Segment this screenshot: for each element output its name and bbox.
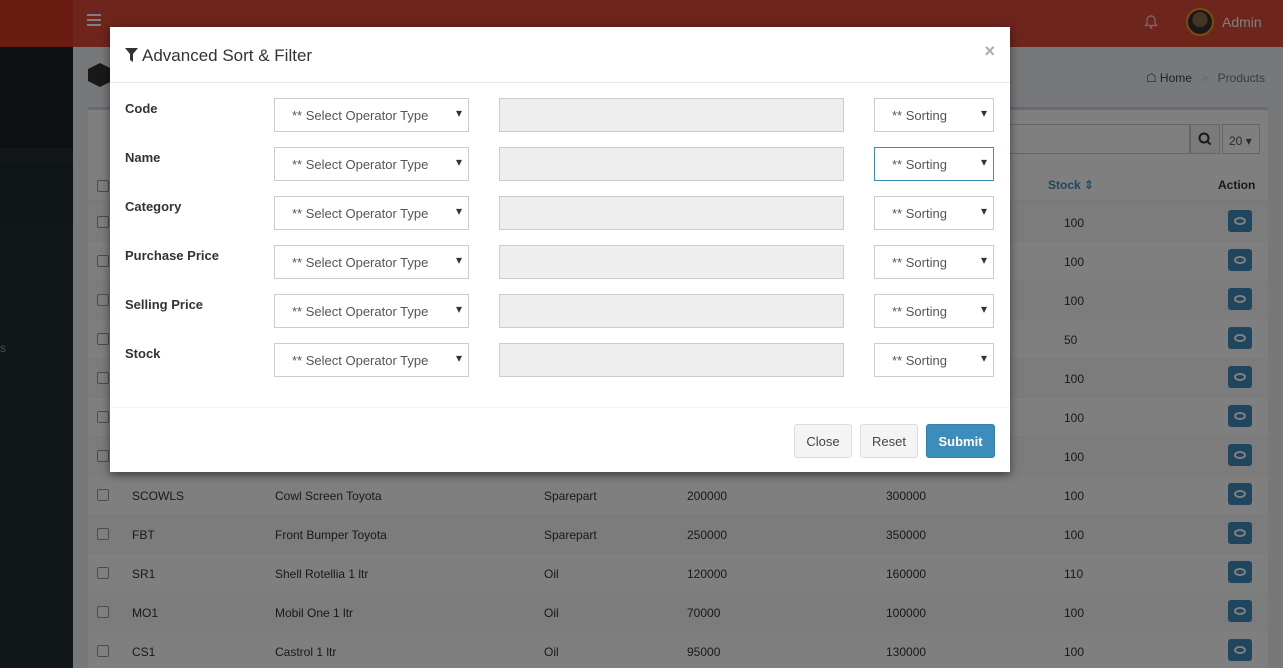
filter-value-input[interactable] bbox=[499, 147, 844, 181]
sorting-select[interactable]: ** Sorting bbox=[874, 343, 994, 377]
filter-label: Code bbox=[125, 101, 158, 116]
sorting-select[interactable]: ** Sorting bbox=[874, 196, 994, 230]
modal-title: Advanced Sort & Filter bbox=[142, 46, 313, 65]
filter-row: Purchase Price ** Select Operator Type ** … bbox=[110, 245, 1010, 279]
filter-row: Name ** Select Operator Type ** Sorting bbox=[110, 147, 1010, 181]
operator-select[interactable]: ** Select Operator Type bbox=[274, 343, 469, 377]
filter-value-input[interactable] bbox=[499, 196, 844, 230]
modal-footer: Close Reset Submit bbox=[110, 407, 1010, 472]
modal-body: Code** Select Operator Type** SortingNam… bbox=[110, 84, 1010, 407]
operator-select[interactable]: ** Select Operator Type bbox=[274, 294, 469, 328]
filter-value-input[interactable] bbox=[499, 294, 844, 328]
operator-select[interactable]: ** Select Operator Type bbox=[274, 245, 469, 279]
filter-row: Selling Price ** Select Operator Type ** S… bbox=[110, 294, 1010, 328]
sorting-select[interactable]: ** Sorting bbox=[874, 98, 994, 132]
filter-label: Stock bbox=[125, 346, 161, 361]
filter-row: Code ** Select Operator Type ** Sorting bbox=[110, 98, 1010, 132]
operator-select[interactable]: ** Select Operator Type bbox=[274, 98, 469, 132]
modal-header: Advanced Sort & Filter × bbox=[110, 27, 1010, 83]
sorting-select[interactable]: ** Sorting bbox=[874, 245, 994, 279]
filter-row: Stock ** Select Operator Type ** Sorting bbox=[110, 343, 1010, 377]
filter-label: Category bbox=[125, 199, 182, 214]
filter-label: Purchase Price bbox=[125, 248, 219, 263]
submit-button[interactable]: Submit bbox=[926, 424, 995, 458]
operator-select[interactable]: ** Select Operator Type bbox=[274, 196, 469, 230]
operator-select[interactable]: ** Select Operator Type bbox=[274, 147, 469, 181]
sorting-select[interactable]: ** Sorting bbox=[874, 294, 994, 328]
filter-value-input[interactable] bbox=[499, 98, 844, 132]
filter-label: Selling Price bbox=[125, 297, 204, 312]
advanced-filter-modal: Advanced Sort & Filter × Code ** Select O… bbox=[110, 27, 1010, 472]
close-icon[interactable]: × bbox=[984, 41, 995, 62]
filter-row: Category ** Select Operator Type ** Sortin… bbox=[110, 196, 1010, 230]
filter-label: Name bbox=[125, 150, 161, 165]
sorting-select[interactable]: ** Sorting bbox=[874, 147, 994, 181]
filter-value-input[interactable] bbox=[499, 343, 844, 377]
filter-icon bbox=[125, 48, 138, 62]
reset-button[interactable]: Reset bbox=[860, 424, 918, 458]
filter-value-input[interactable] bbox=[499, 245, 844, 279]
close-button[interactable]: Close bbox=[794, 424, 852, 458]
